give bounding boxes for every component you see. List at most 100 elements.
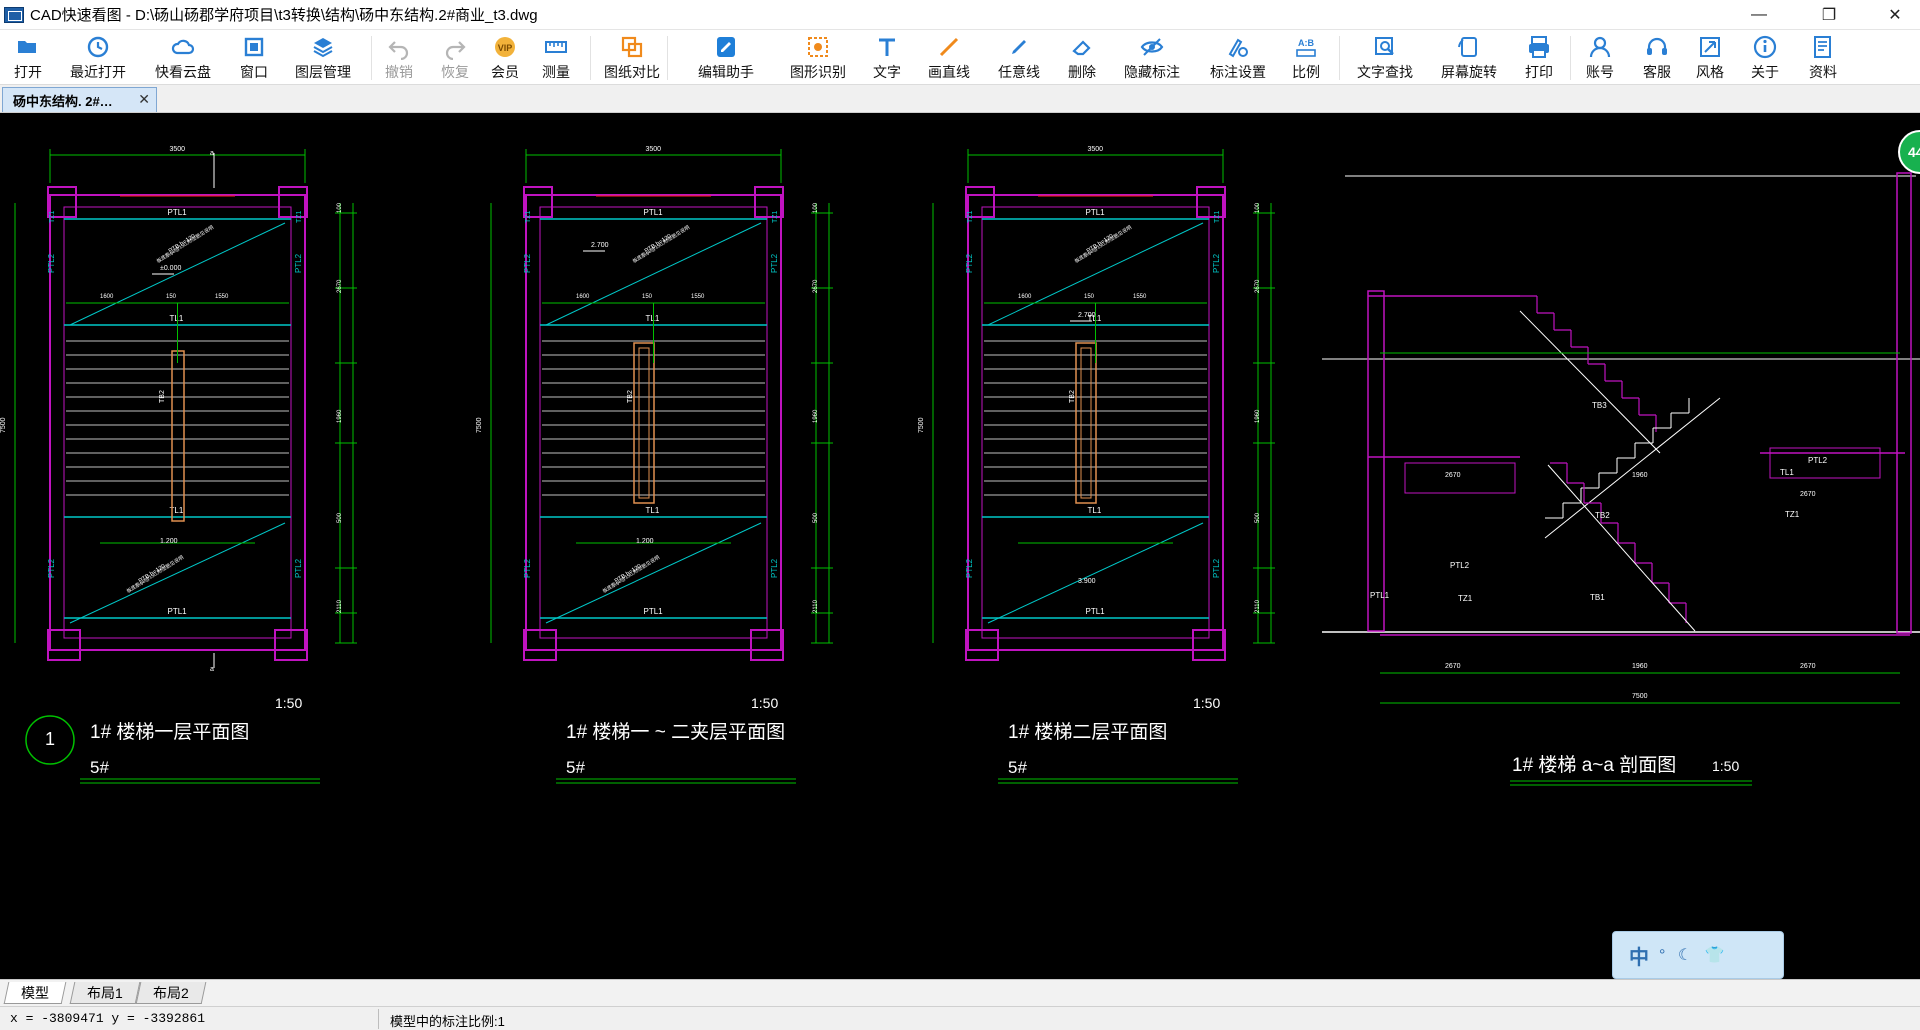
beam-label: TL1 (170, 314, 184, 323)
undo-icon (386, 34, 412, 60)
view-scale-label: 1:50 (275, 695, 302, 711)
detail-circle-number: 1 (45, 729, 55, 749)
dimension-text: 150 (642, 294, 653, 300)
toolbar-button-edit-assistant[interactable]: 编辑助手 (692, 32, 760, 82)
beam-label: PTL2 (1212, 253, 1221, 273)
dimension-text: 3500 (1088, 146, 1104, 153)
view-scale-label: 1:50 (1193, 695, 1220, 711)
toolbar-button-rotate[interactable]: 屏幕旋转 (1435, 32, 1503, 82)
toolbar-button-eraser[interactable]: 删除 (1048, 32, 1116, 82)
status-bar: x = -3809471 y = -3392861 模型中的标注比例:1 (0, 1006, 1920, 1030)
clock-icon (85, 34, 111, 60)
dimension-text: 1600 (576, 294, 590, 300)
edit-assistant-icon (713, 34, 739, 60)
dimension-text: 2670 (1445, 472, 1461, 479)
slab-note: 板底筋φ8@150,附加筋见说明 (601, 554, 661, 595)
ime-toolbar[interactable]: 中 ° ☾ 👕 (1612, 931, 1784, 979)
beam-label: PTL2 (770, 558, 779, 578)
beam-label: PTL2 (1212, 558, 1221, 578)
section-wall (1896, 172, 1912, 634)
toolbar-button-label: 快看云盘 (155, 64, 211, 80)
ime-mode-label[interactable]: 中 (1629, 941, 1649, 970)
elevation-label: 2.700 (1078, 312, 1096, 319)
column-label: TZ1 (296, 210, 303, 223)
toolbar-button-window[interactable]: 窗口 (220, 32, 288, 82)
dimension-text: 1550 (1133, 294, 1147, 300)
toolbar-button-clock[interactable]: 最近打开 (64, 32, 132, 82)
dimension-text: 2670 (813, 279, 819, 293)
toolbar-button-eye[interactable]: 隐藏标注 (1118, 32, 1186, 82)
dimension-text: 2670 (337, 279, 343, 293)
compare-icon (619, 34, 645, 60)
beam-label: PTL1 (1370, 591, 1390, 600)
toolbar-button-annotation-settings[interactable]: 标注设置 (1204, 32, 1272, 82)
toolbar-button-shape-recognition[interactable]: 图形识别 (784, 32, 852, 82)
dimension-text: 2670 (1800, 491, 1816, 498)
layout-tab-model[interactable]: 模型 (3, 982, 67, 1004)
toolbar-button-cloud[interactable]: 快看云盘 (149, 32, 217, 82)
document-tab-label: 砀中东结构. 2#… (13, 93, 113, 109)
toolbar-button-label: 恢复 (441, 64, 469, 80)
dimension-text: 100 (813, 202, 819, 213)
dimension-text: 7500 (0, 417, 7, 433)
toolbar-button-scale[interactable]: A:B 比例 (1272, 32, 1340, 82)
toolbar-button-label: 隐藏标注 (1124, 64, 1180, 80)
rotate-icon (1456, 34, 1482, 60)
column-label: TZ1 (525, 210, 532, 223)
slab-note: 板底筋φ8@150,附加筋见说明 (631, 224, 691, 265)
beam-label: PTL1 (168, 607, 188, 616)
dimension-text: 1960 (1632, 663, 1648, 670)
close-button[interactable]: ✕ (1872, 0, 1918, 30)
toolbar-button-pen[interactable]: 任意线 (985, 32, 1053, 82)
drawing-canvas[interactable]: 3500 7500 2670 1960 500 2110 100 PTL1 TL1 TL1 PTL1… (0, 113, 1920, 979)
info-icon (1752, 34, 1778, 60)
beam-label: PTL2 (523, 558, 532, 578)
toolbar-button-docs[interactable]: 资料 (1789, 32, 1857, 82)
beam-label: PTL2 (770, 253, 779, 273)
shape-recognition-icon (805, 34, 831, 60)
toolbar-button-folder-open[interactable]: 打开 (0, 32, 62, 82)
beam-label: PTL2 (47, 253, 56, 273)
folder-open-icon (15, 34, 41, 60)
cad-drawing: 3500 7500 2670 1960 500 2110 100 PTL1 TL1 TL1 PTL1… (0, 146, 1920, 786)
vip-icon: VIP (492, 34, 518, 60)
document-tab[interactable]: 砀中东结构. 2#… ✕ (2, 87, 157, 112)
toolbar-button-text-search[interactable]: 文字查找 (1351, 32, 1419, 82)
view-title: 1# 楼梯 a~a 剖面图 (1512, 754, 1676, 776)
toolbar-button-label: 文字查找 (1357, 64, 1413, 80)
minimize-button[interactable]: — (1736, 0, 1782, 30)
toolbar-button-layers[interactable]: 图层管理 (289, 32, 357, 82)
toolbar-button-label: 图层管理 (295, 64, 351, 80)
beam-label: PTL1 (644, 607, 664, 616)
toolbar-separator (590, 36, 591, 80)
dimension-text: 1600 (100, 294, 114, 300)
cad-viewer-app: CAD快速看图 - D:\砀山砀郡学府项目\t3转换\结构\砀中东结构.2#商业… (0, 0, 1920, 1030)
stair-soffit (1547, 464, 1696, 632)
restore-button[interactable]: ❐ (1806, 0, 1852, 30)
dimension-text: 1960 (1255, 409, 1261, 423)
toolbar-button-text[interactable]: 文字 (853, 32, 921, 82)
toolbar-button-printer[interactable]: 打印 (1505, 32, 1573, 82)
elevation-label: 3.900 (1078, 578, 1096, 585)
layout-tab-layout1[interactable]: 布局1 (69, 982, 141, 1004)
stair-label: TB3 (1592, 401, 1607, 410)
elevation-label: ±0.000 (160, 265, 181, 272)
stair-label: TB2 (1595, 511, 1610, 520)
status-divider (378, 1009, 379, 1029)
close-tab-icon[interactable]: ✕ (138, 91, 150, 108)
dimension-text: 2670 (1255, 279, 1261, 293)
toolbar-button-compare[interactable]: 图纸对比 (598, 32, 666, 82)
ime-options-icons[interactable]: ° ☾ 👕 (1659, 945, 1729, 965)
toolbar-button-ruler[interactable]: 测量 (522, 32, 590, 82)
layout-tab-layout2[interactable]: 布局2 (135, 982, 207, 1004)
dimension-text: 1600 (1018, 294, 1032, 300)
toolbar-button-line[interactable]: 画直线 (915, 32, 983, 82)
toolbar-button-label: 打印 (1525, 64, 1553, 80)
cloud-icon (170, 34, 196, 60)
annotation-settings-icon (1225, 34, 1251, 60)
style-icon (1697, 34, 1723, 60)
elevation-label: 1.200 (160, 538, 178, 545)
headset-icon (1644, 34, 1670, 60)
toolbar-button-label: 画直线 (928, 64, 970, 80)
dimension-text: 2670 (1445, 663, 1461, 670)
